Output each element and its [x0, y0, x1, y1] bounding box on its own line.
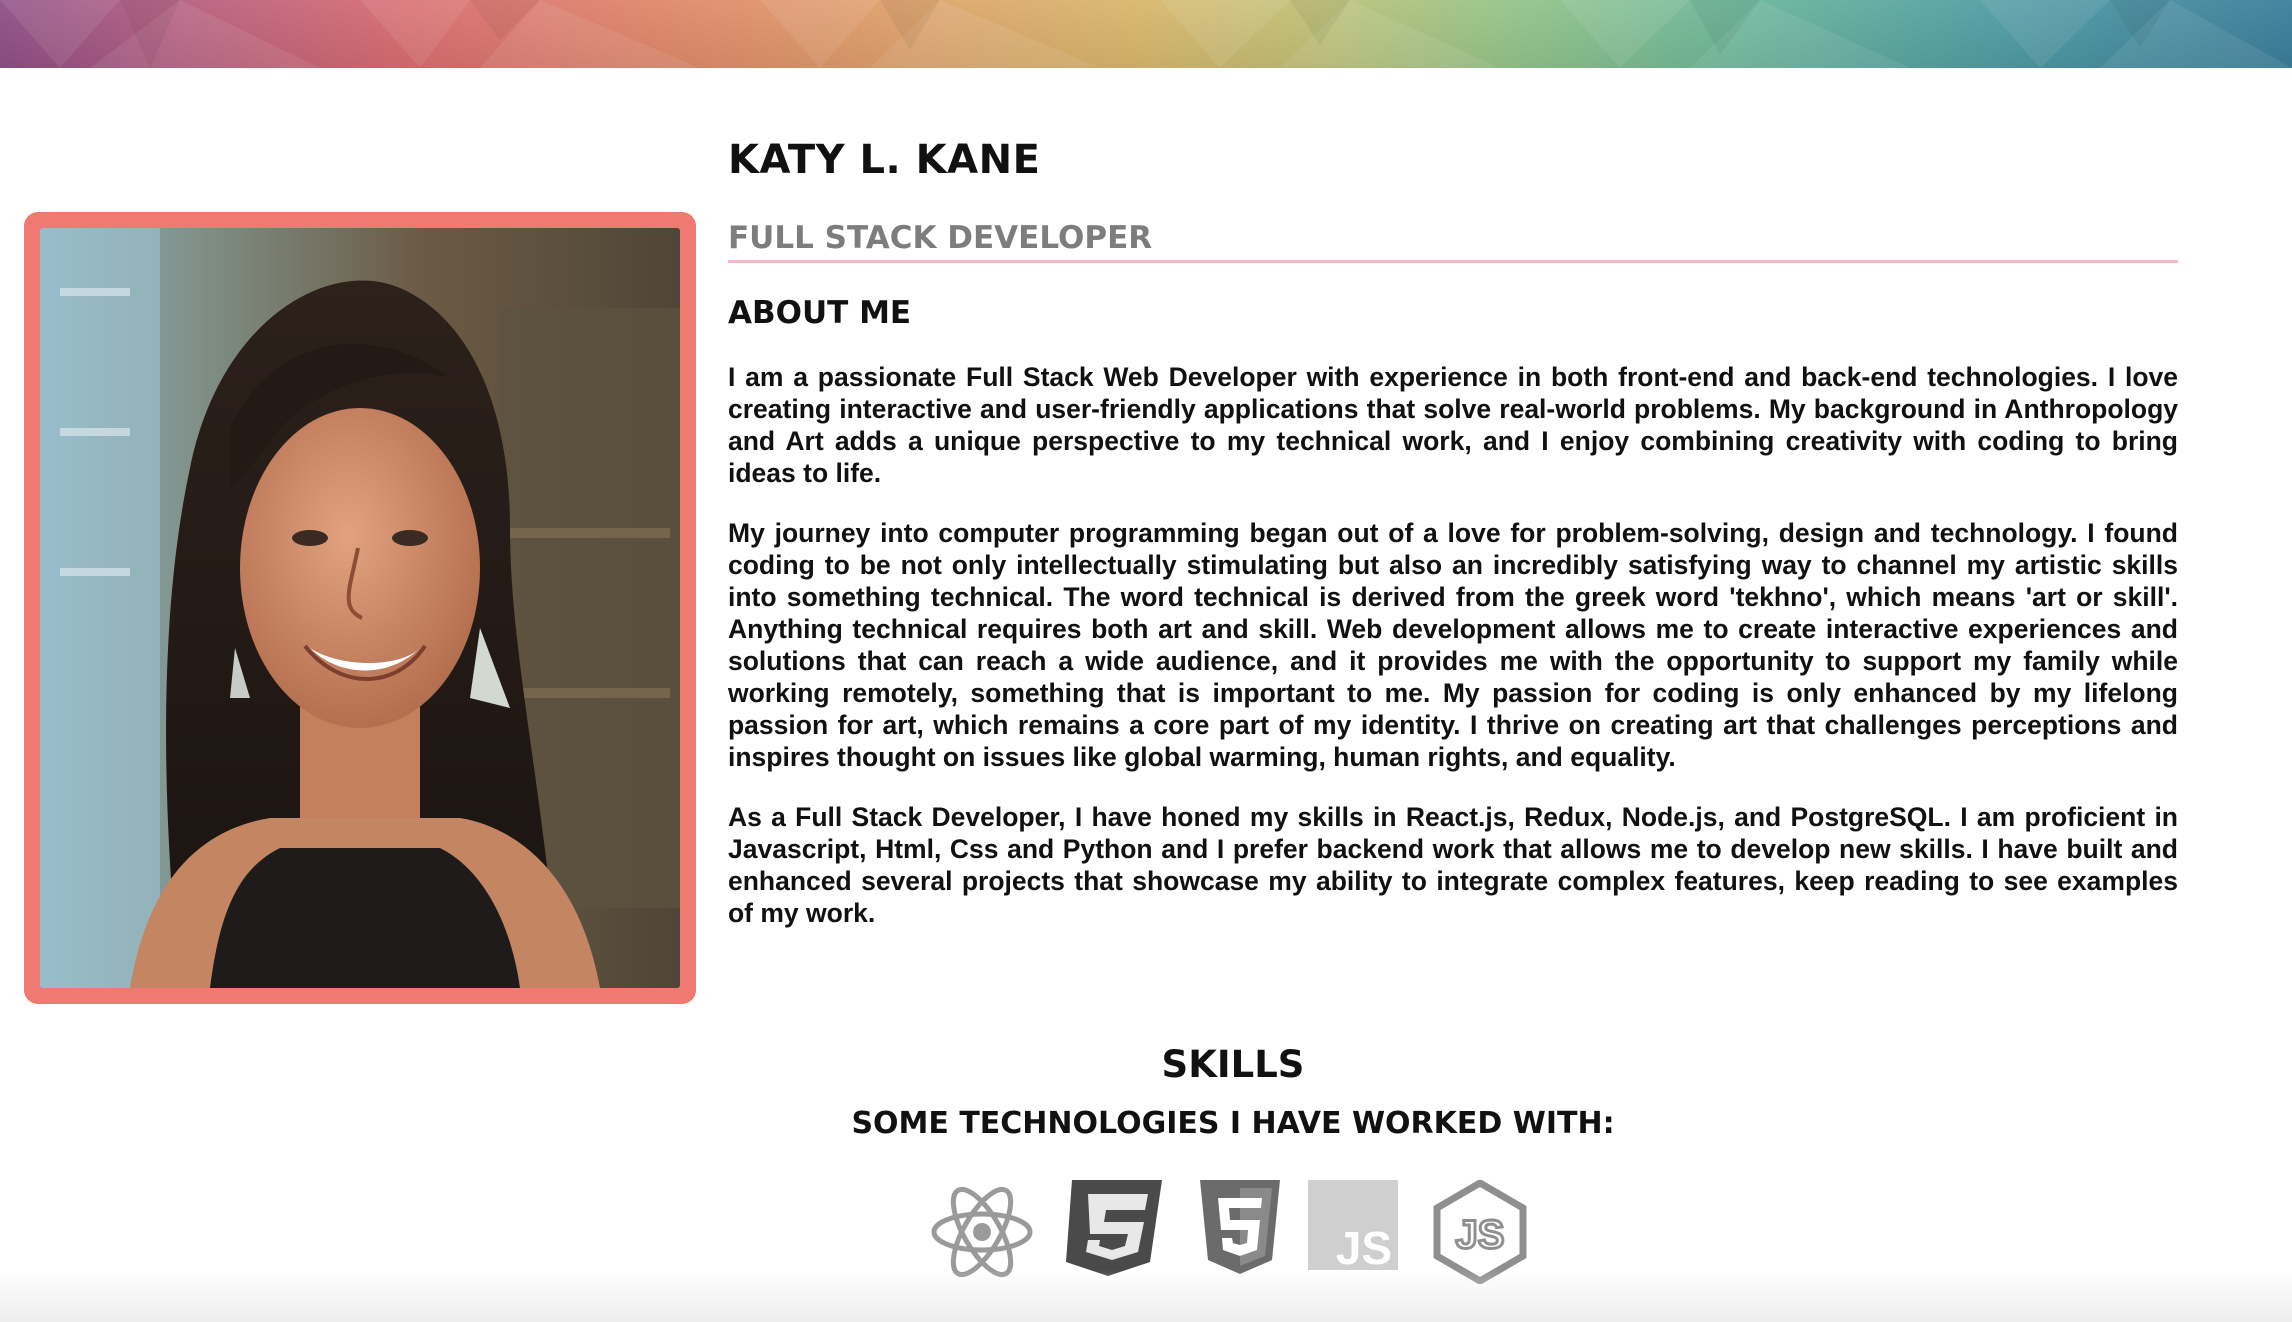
technology-icons: JS JS: [930, 1180, 1530, 1285]
javascript-icon-label: JS: [1336, 1222, 1392, 1270]
polygon-pattern: [0, 0, 2292, 68]
skills-heading: SKILLS: [1161, 1043, 1305, 1086]
html5-icon: [1200, 1180, 1280, 1274]
css3-icon: [1066, 1180, 1162, 1276]
nodejs-icon-label: JS: [1456, 1213, 1505, 1257]
about-paragraph: I am a passionate Full Stack Web Develop…: [728, 362, 2178, 488]
profile-role: FULL STACK DEVELOPER: [728, 218, 2178, 263]
about-heading: ABOUT ME: [728, 295, 912, 331]
header-banner: [0, 0, 2292, 68]
portrait-image: [40, 228, 680, 988]
about-section: KATY L. KANE FULL STACK DEVELOPER ABOUT …: [728, 128, 2178, 956]
javascript-icon: JS: [1308, 1180, 1398, 1270]
about-paragraph: As a Full Stack Developer, I have honed …: [728, 802, 2178, 928]
profile-name: KATY L. KANE: [728, 137, 1041, 183]
nodejs-icon: JS: [1433, 1180, 1527, 1284]
react-icon: [931, 1186, 1033, 1278]
about-paragraph: My journey into computer programming beg…: [728, 518, 2178, 772]
profile-photo-frame: [24, 212, 696, 1004]
skills-section: SKILLS SOME TECHNOLOGIES I HAVE WORKED W…: [0, 1040, 2292, 1144]
skills-subheading: SOME TECHNOLOGIES I HAVE WORKED WITH:: [851, 1106, 1615, 1141]
profile-photo: [40, 228, 680, 988]
